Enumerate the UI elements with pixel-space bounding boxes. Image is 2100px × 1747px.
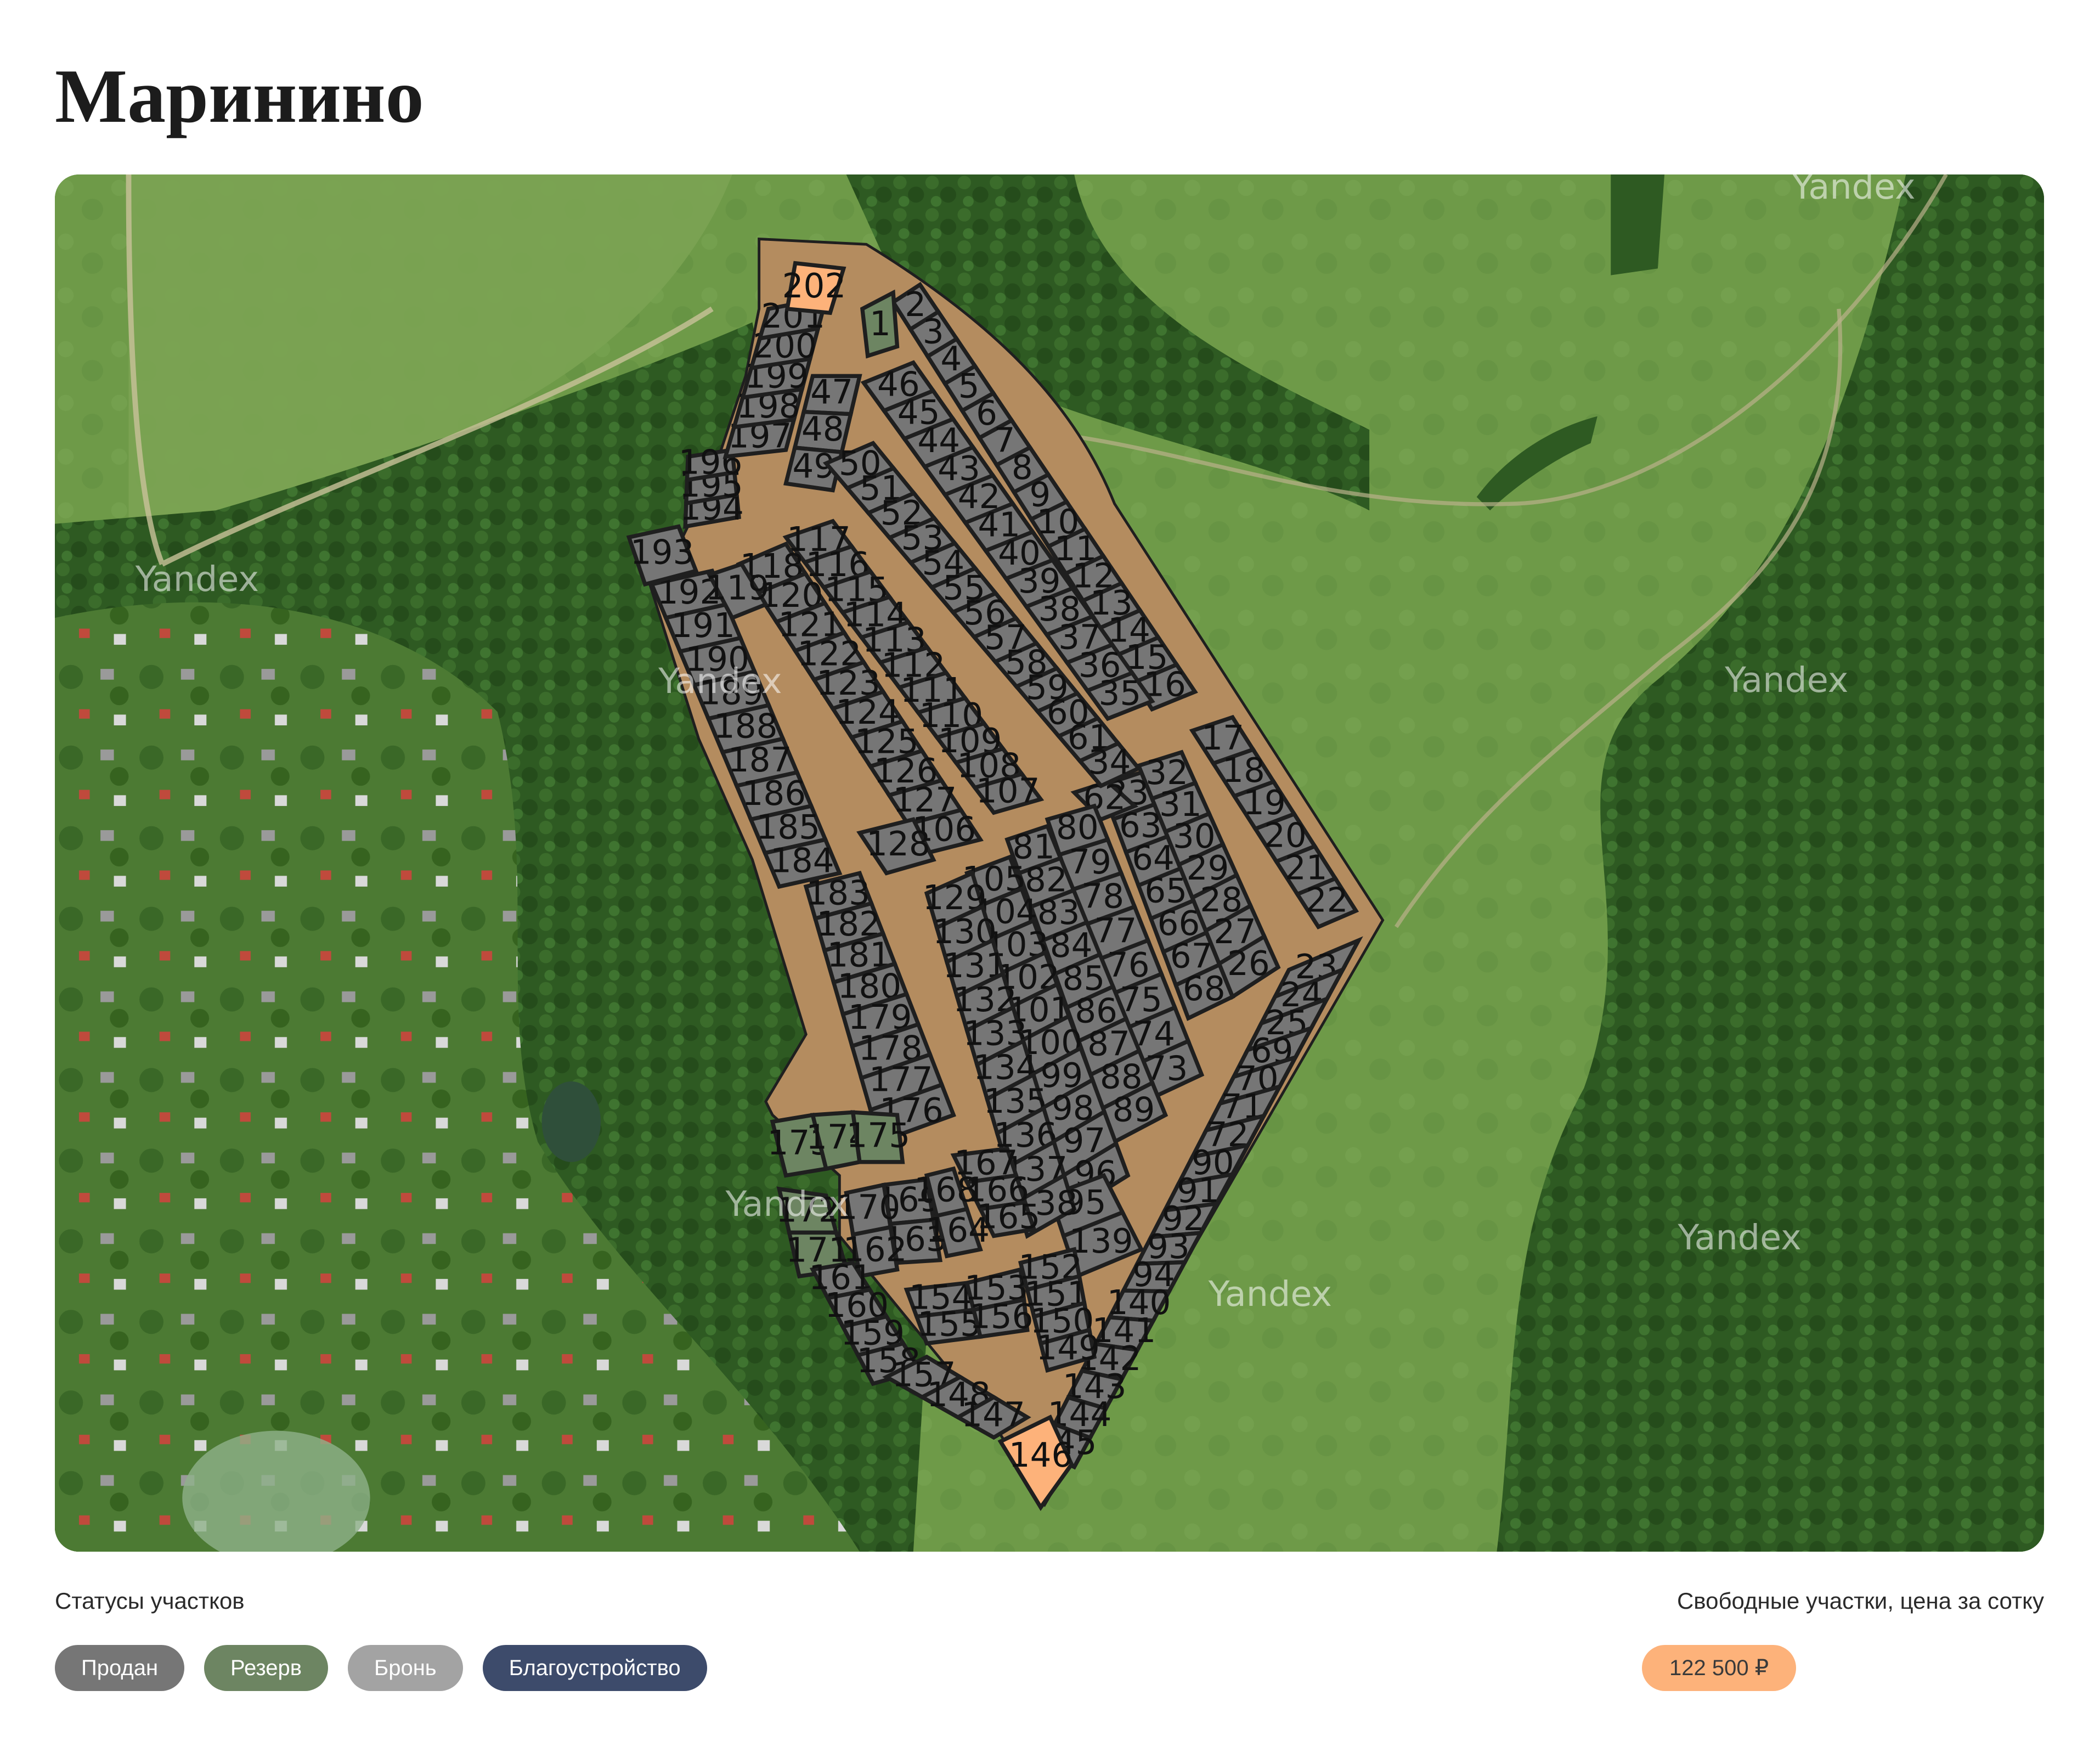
pond bbox=[541, 1081, 601, 1162]
plot-number: 35 bbox=[1098, 674, 1141, 713]
map-watermark-1: Yandex bbox=[1791, 174, 1915, 207]
plot-number: 76 bbox=[1107, 946, 1150, 985]
map-watermark-5: Yandex bbox=[1208, 1274, 1332, 1315]
plot-number: 1 bbox=[870, 305, 891, 343]
plot-number: 22 bbox=[1306, 881, 1348, 920]
plot-number: 77 bbox=[1094, 911, 1137, 950]
plot-number: 80 bbox=[1056, 808, 1099, 847]
plot-number: 78 bbox=[1081, 877, 1124, 916]
plot-number: 156 bbox=[969, 1298, 1034, 1337]
plot-number: 164 bbox=[925, 1211, 990, 1250]
plot-number: 184 bbox=[770, 842, 834, 881]
map-watermark-3: Yandex bbox=[1724, 660, 1848, 701]
plot-number: 107 bbox=[976, 771, 1040, 810]
plot-number: 128 bbox=[866, 825, 930, 864]
plot-number: 26 bbox=[1227, 944, 1270, 983]
forest-patch bbox=[1611, 174, 1665, 275]
plot-number: 149 bbox=[1036, 1328, 1100, 1367]
status-legend: Продан Резерв Бронь Благоустройство bbox=[55, 1645, 707, 1691]
plot-number: 147 bbox=[961, 1396, 1025, 1435]
plot-number: 168 bbox=[914, 1171, 978, 1210]
plot-number: 175 bbox=[846, 1116, 910, 1155]
status-booked-button[interactable]: Бронь bbox=[347, 1645, 463, 1691]
status-sold-button[interactable]: Продан bbox=[55, 1645, 185, 1691]
map-watermark-6: Yandex bbox=[1678, 1218, 1802, 1258]
price-per-sotka-badge[interactable]: 122 500 ₽ bbox=[1642, 1645, 1797, 1691]
statuses-title: Статусы участков bbox=[55, 1588, 245, 1614]
plot-number: 47 bbox=[810, 373, 853, 412]
plot-number: 146 bbox=[1009, 1436, 1073, 1475]
plot-number: 89 bbox=[1113, 1090, 1155, 1129]
plot-number: 193 bbox=[630, 533, 695, 572]
plot-number: 119 bbox=[705, 568, 770, 607]
map-watermark-2: Yandex bbox=[135, 559, 259, 600]
site-plan-map[interactable]: 2 3 4 5 6 7 8 9 10 11 12 13 14 15 16 1 17 18 19 20 21 22 23 24 2… bbox=[55, 174, 2044, 1552]
plot-number: 48 bbox=[801, 410, 844, 449]
map-watermark-4: Yandex bbox=[658, 661, 782, 702]
plot-number: 68 bbox=[1183, 970, 1226, 1008]
plot-number: 202 bbox=[782, 267, 846, 306]
page-title: Маринино bbox=[55, 54, 424, 139]
plot-number: 34 bbox=[1088, 743, 1131, 782]
price-title: Свободные участки, цена за сотку bbox=[1676, 1588, 2044, 1614]
status-landscaping-button[interactable]: Благоустройство bbox=[482, 1645, 707, 1691]
plot-number: 79 bbox=[1069, 843, 1111, 882]
status-reserve-button[interactable]: Резерв bbox=[204, 1645, 328, 1691]
map-watermark-7: Yandex bbox=[725, 1184, 849, 1225]
site-plan-svg[interactable]: 2345678910111213141516117181920212223242… bbox=[55, 174, 2044, 1552]
